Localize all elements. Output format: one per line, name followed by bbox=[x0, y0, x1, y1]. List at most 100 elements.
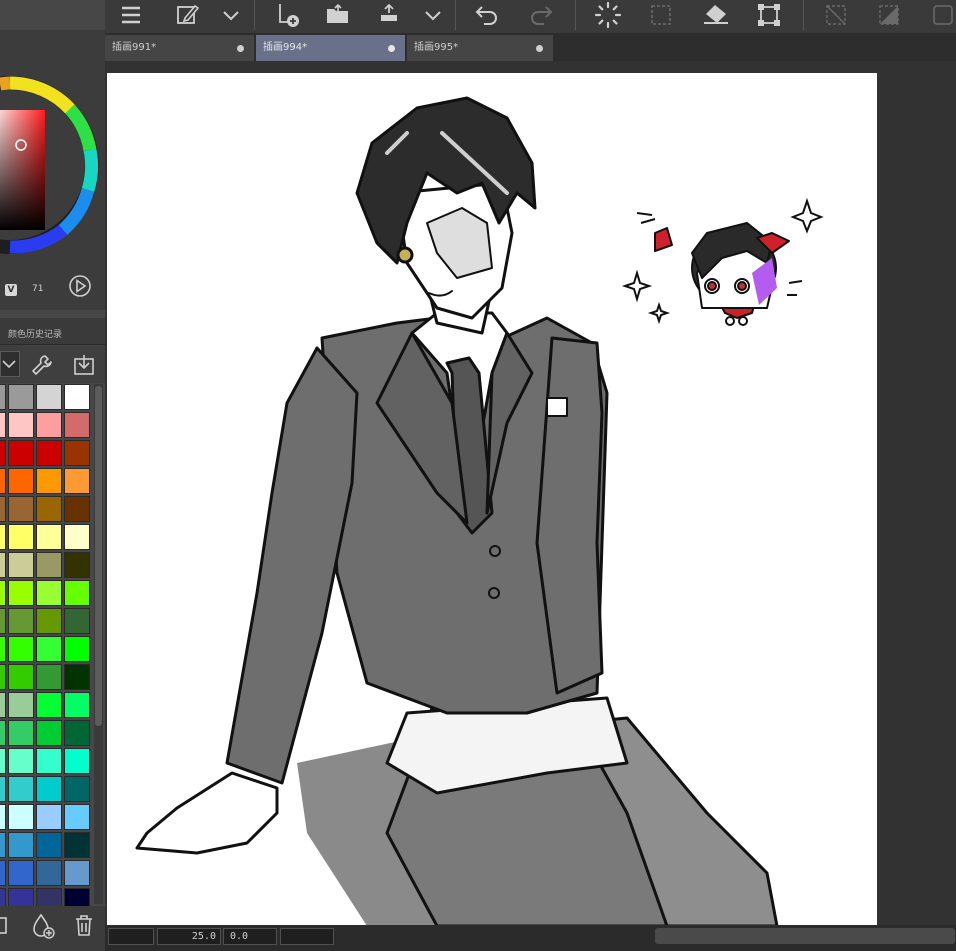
palette-swatch[interactable] bbox=[36, 412, 62, 438]
deselect-button[interactable] bbox=[820, 0, 852, 30]
palette-swatch[interactable] bbox=[0, 580, 6, 606]
palette-swatch[interactable] bbox=[64, 636, 90, 662]
palette-swatch[interactable] bbox=[36, 608, 62, 634]
palette-swatch[interactable] bbox=[8, 468, 34, 494]
palette-set-dropdown[interactable] bbox=[0, 351, 20, 377]
palette-scroll-thumb[interactable] bbox=[95, 386, 102, 726]
palette-swatch[interactable] bbox=[64, 860, 90, 886]
open-file-button[interactable] bbox=[322, 0, 354, 30]
undo-button[interactable] bbox=[471, 0, 503, 30]
rotation-field[interactable]: 0.0 bbox=[223, 928, 277, 945]
palette-swatch[interactable] bbox=[8, 608, 34, 634]
palette-swatch[interactable] bbox=[64, 720, 90, 746]
play-icon[interactable] bbox=[68, 274, 92, 298]
palette-scrollbar[interactable] bbox=[94, 384, 103, 904]
extra-field[interactable] bbox=[280, 928, 334, 945]
fill-button[interactable] bbox=[700, 0, 732, 30]
palette-swatch[interactable] bbox=[64, 524, 90, 550]
selection-button[interactable] bbox=[645, 0, 677, 30]
palette-swatch[interactable] bbox=[0, 496, 6, 522]
palette-swatch[interactable] bbox=[64, 748, 90, 774]
palette-swatch[interactable] bbox=[36, 832, 62, 858]
palette-swatch[interactable] bbox=[8, 636, 34, 662]
palette-swatch[interactable] bbox=[0, 832, 6, 858]
palette-swatch[interactable] bbox=[36, 664, 62, 690]
palette-swatch[interactable] bbox=[8, 384, 34, 410]
palette-swatch[interactable] bbox=[0, 748, 6, 774]
zoom-field[interactable]: 25.0 bbox=[157, 928, 221, 945]
add-color-icon[interactable] bbox=[0, 914, 12, 938]
palette-swatch[interactable] bbox=[8, 804, 34, 830]
palette-swatch[interactable] bbox=[64, 692, 90, 718]
palette-swatch[interactable] bbox=[64, 664, 90, 690]
drawing-canvas[interactable] bbox=[107, 73, 877, 926]
palette-swatch[interactable] bbox=[8, 412, 34, 438]
palette-swatch[interactable] bbox=[8, 720, 34, 746]
edit-dropdown[interactable] bbox=[215, 0, 247, 30]
edit-button[interactable] bbox=[171, 0, 203, 30]
palette-swatch[interactable] bbox=[8, 552, 34, 578]
palette-swatch[interactable] bbox=[0, 384, 6, 410]
wrench-icon[interactable] bbox=[30, 353, 54, 377]
palette-swatch[interactable] bbox=[36, 552, 62, 578]
color-wheel[interactable] bbox=[0, 30, 105, 310]
palette-swatch[interactable] bbox=[36, 384, 62, 410]
palette-swatch[interactable] bbox=[0, 468, 6, 494]
palette-swatch[interactable] bbox=[36, 440, 62, 466]
palette-swatch[interactable] bbox=[0, 608, 6, 634]
export-button[interactable] bbox=[373, 0, 405, 30]
palette-swatch[interactable] bbox=[64, 580, 90, 606]
palette-swatch[interactable] bbox=[64, 496, 90, 522]
palette-swatch[interactable] bbox=[64, 552, 90, 578]
palette-swatch[interactable] bbox=[0, 664, 6, 690]
palette-swatch[interactable] bbox=[8, 440, 34, 466]
palette-swatch[interactable] bbox=[0, 804, 6, 830]
palette-swatch[interactable] bbox=[64, 384, 90, 410]
palette-swatch[interactable] bbox=[36, 524, 62, 550]
palette-swatch[interactable] bbox=[0, 412, 6, 438]
palette-swatch[interactable] bbox=[36, 636, 62, 662]
frame-button[interactable] bbox=[927, 0, 956, 30]
palette-swatch[interactable] bbox=[36, 580, 62, 606]
trash-icon[interactable] bbox=[72, 913, 96, 939]
color-history-tab[interactable]: 颜色历史记录 bbox=[0, 318, 105, 345]
tab-document-994[interactable]: 插画994* bbox=[256, 35, 405, 61]
palette-swatch[interactable] bbox=[8, 524, 34, 550]
palette-swatch[interactable] bbox=[8, 832, 34, 858]
tab-document-995[interactable]: 插画995* bbox=[407, 35, 553, 61]
palette-swatch[interactable] bbox=[0, 860, 6, 886]
palette-swatch[interactable] bbox=[36, 804, 62, 830]
horizontal-scrollbar[interactable] bbox=[655, 928, 955, 944]
export-dropdown[interactable] bbox=[417, 0, 449, 30]
menu-button[interactable] bbox=[115, 0, 147, 30]
palette-swatch[interactable] bbox=[36, 748, 62, 774]
palette-swatch[interactable] bbox=[64, 440, 90, 466]
palette-swatch[interactable] bbox=[36, 720, 62, 746]
new-file-button[interactable] bbox=[271, 0, 303, 30]
palette-swatch[interactable] bbox=[0, 552, 6, 578]
palette-swatch[interactable] bbox=[0, 692, 6, 718]
palette-swatch[interactable] bbox=[0, 636, 6, 662]
palette-swatch[interactable] bbox=[36, 496, 62, 522]
add-drop-icon[interactable] bbox=[30, 912, 56, 940]
palette-swatch[interactable] bbox=[8, 580, 34, 606]
navigator-field[interactable] bbox=[108, 928, 154, 945]
palette-swatch[interactable] bbox=[8, 748, 34, 774]
palette-swatch[interactable] bbox=[64, 412, 90, 438]
palette-swatch[interactable] bbox=[8, 692, 34, 718]
palette-swatch[interactable] bbox=[64, 468, 90, 494]
palette-swatch[interactable] bbox=[36, 776, 62, 802]
palette-swatch[interactable] bbox=[36, 860, 62, 886]
invert-selection-button[interactable] bbox=[873, 0, 905, 30]
palette-swatch[interactable] bbox=[36, 468, 62, 494]
transform-button[interactable] bbox=[753, 0, 785, 30]
palette-swatch[interactable] bbox=[0, 720, 6, 746]
palette-swatch[interactable] bbox=[8, 664, 34, 690]
palette-swatch[interactable] bbox=[64, 832, 90, 858]
palette-swatch[interactable] bbox=[8, 496, 34, 522]
loading-button[interactable] bbox=[592, 0, 624, 30]
palette-swatch[interactable] bbox=[0, 440, 6, 466]
palette-swatch[interactable] bbox=[8, 776, 34, 802]
palette-swatch[interactable] bbox=[36, 692, 62, 718]
palette-swatch[interactable] bbox=[8, 860, 34, 886]
